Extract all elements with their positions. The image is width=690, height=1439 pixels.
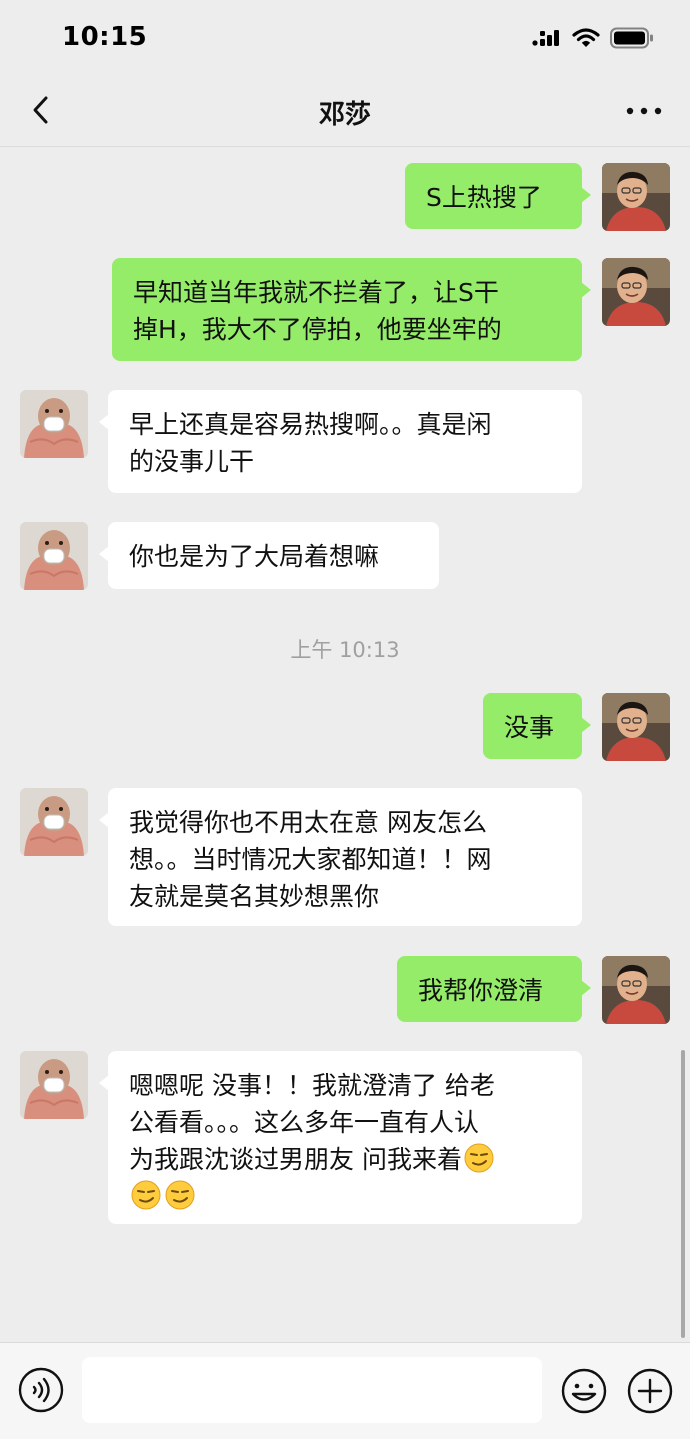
status-bar: 10:15 [0,0,690,76]
contact-avatar-image [20,788,88,856]
message-bubble-outgoing[interactable]: S上热搜了 [405,163,591,229]
status-time: 10:15 [62,22,148,52]
user-avatar-image [602,163,670,231]
smirk-emoji-icon [131,1180,161,1210]
message-text-line: 想。。当时情况大家都知道！！网 [129,845,492,874]
add-more-icon[interactable] [626,1367,674,1415]
message-text-line: 为我跟沈谈过男朋友 问我来着 [129,1141,561,1178]
message-bubble-incoming[interactable]: 嗯嗯呢 没事！！我就澄清了 给老 公看看。。。这么多年一直有人认 为我跟沈谈过男… [99,1051,582,1224]
message-text-line: 公看看。。。这么多年一直有人认 [129,1108,480,1137]
message-text-line: 掉H，我大不了停拍，他要坐牢的 [133,315,502,344]
message-timestamp: 上午 10:13 [290,638,400,662]
contact-avatar-image [20,522,88,590]
chat-header: 邓莎 [0,76,690,147]
message-bubble-incoming[interactable]: 早上还真是容易热搜啊。。真是闲 的没事儿干 [99,390,582,493]
message-text-line: 的没事儿干 [129,447,255,476]
message-bubble-outgoing[interactable]: 没事 [483,693,591,759]
message-list[interactable]: S上热搜了 早知道当年我就不拦着了，让S干 掉H，我大不了停拍，他要坐牢的 早上… [0,147,690,1340]
message-text: 你也是为了大局着想嘛 [129,542,380,571]
message-text-line: 友就是莫名其妙想黑你 [129,882,380,911]
smirk-emoji-icon [464,1143,494,1173]
message-text-line: 早上还真是容易热搜啊。。真是闲 [129,410,492,439]
emoji-picker-icon[interactable] [560,1367,608,1415]
message-bubble-incoming[interactable]: 我觉得你也不用太在意 网友怎么 想。。当时情况大家都知道！！网 友就是莫名其妙想… [99,788,582,926]
contact-avatar[interactable] [20,1051,88,1119]
message-bubble-outgoing[interactable]: 早知道当年我就不拦着了，让S干 掉H，我大不了停拍，他要坐牢的 [112,258,591,361]
user-avatar[interactable] [602,956,670,1024]
message-text-line: 我觉得你也不用太在意 网友怎么 [129,808,487,837]
user-avatar[interactable] [602,258,670,326]
message-text-line: 嗯嗯呢 没事！！我就澄清了 给老 [129,1071,495,1100]
message-text-fragment: 为我跟沈谈过男朋友 问我来着 [129,1145,462,1174]
wifi-icon [572,28,600,47]
signal-icon [532,30,559,46]
scrollbar[interactable] [681,1050,685,1338]
status-icons [532,26,654,50]
user-avatar-image [602,956,670,1024]
message-text-line: 早知道当年我就不拦着了，让S干 [133,278,499,307]
battery-icon [610,27,653,49]
contact-avatar[interactable] [20,390,88,458]
user-avatar[interactable] [602,693,670,761]
user-avatar-image [602,258,670,326]
contact-avatar-image [20,1051,88,1119]
contact-avatar[interactable] [20,522,88,590]
message-text-line [129,1178,561,1215]
input-bar [0,1342,690,1439]
more-options-icon[interactable] [624,94,664,128]
user-avatar[interactable] [602,163,670,231]
message-text: 我帮你澄清 [418,976,544,1005]
voice-input-icon[interactable] [18,1367,64,1413]
message-text: 没事 [504,713,555,742]
user-avatar-image [602,693,670,761]
message-text: S上热搜了 [426,183,542,212]
message-bubble-outgoing[interactable]: 我帮你澄清 [397,956,591,1022]
contact-avatar-image [20,390,88,458]
chat-title: 邓莎 [318,100,371,130]
contact-avatar[interactable] [20,788,88,856]
smirk-emoji-icon [165,1180,195,1210]
message-bubble-incoming[interactable]: 你也是为了大局着想嘛 [99,522,439,589]
message-input[interactable] [82,1357,542,1423]
